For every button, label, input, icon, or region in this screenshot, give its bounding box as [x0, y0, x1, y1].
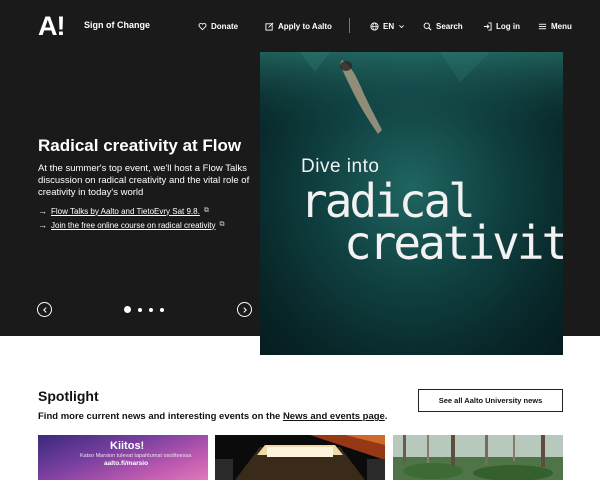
language-label: EN	[383, 21, 395, 31]
flow-talks-link-label: Flow Talks by Aalto and TietoEvry Sat 9.…	[51, 206, 200, 216]
carousel-dots	[124, 306, 164, 313]
card-title: Kiitos!	[110, 440, 145, 452]
hero-image: Dive into radical creativity	[260, 52, 563, 355]
search-icon	[423, 22, 432, 30]
forest-image	[393, 435, 563, 480]
spotlight-subtitle-suffix: .	[384, 411, 388, 422]
external-link-icon: ⧉	[219, 221, 225, 228]
card-url: aalto.fi/marsio	[104, 460, 149, 467]
arrow-right-icon: →	[38, 220, 47, 230]
carousel-dot-2[interactable]	[138, 307, 142, 312]
external-link-icon: ⧉	[203, 207, 209, 214]
arrow-right-icon: →	[38, 206, 47, 216]
menu-icon	[538, 23, 547, 29]
online-course-link-label: Join the free online course on radical c…	[51, 220, 216, 230]
globe-icon	[370, 21, 379, 31]
apply-label: Apply to Aalto	[278, 21, 332, 31]
donate-label: Donate	[211, 21, 239, 31]
login-icon	[483, 21, 492, 31]
spotlight-card-event[interactable]	[215, 435, 385, 480]
login-link[interactable]: Log in	[483, 18, 520, 34]
spotlight-subtitle: Find more current news and interesting e…	[38, 411, 387, 422]
pen-square-icon	[265, 22, 274, 31]
spotlight-subtitle-prefix: Find more current news and interesting e…	[38, 411, 283, 422]
search-button[interactable]: Search	[423, 18, 463, 34]
news-events-link[interactable]: News and events page	[283, 411, 385, 422]
apply-link[interactable]: Apply to Aalto	[265, 18, 332, 34]
spotlight-title: Spotlight	[38, 388, 99, 404]
heart-icon	[198, 22, 207, 30]
spotlight-card-forest[interactable]	[393, 435, 563, 480]
search-label: Search	[436, 21, 463, 31]
carousel-dot-4[interactable]	[160, 307, 164, 312]
hero-description: At the summer's top event, we'll host a …	[38, 163, 250, 198]
menu-button[interactable]: Menu	[538, 18, 572, 34]
image-headline-line2: creativity	[344, 216, 563, 270]
donate-link[interactable]: Donate	[198, 18, 238, 34]
carousel-next-button[interactable]	[237, 302, 252, 317]
aalto-logo[interactable]: A!	[38, 13, 65, 40]
nav-divider	[349, 18, 350, 33]
event-stage-image	[215, 435, 385, 480]
hero-title: Radical creativity at Flow	[38, 136, 242, 155]
carousel-prev-button[interactable]	[37, 302, 52, 317]
flow-talks-link[interactable]: → Flow Talks by Aalto and TietoEvry Sat …	[38, 206, 209, 216]
see-all-news-button[interactable]: See all Aalto University news	[418, 389, 563, 412]
site-header: A! Sign of Change Donate Apply to Aalto …	[0, 0, 600, 52]
language-selector[interactable]: EN	[370, 18, 405, 34]
menu-label: Menu	[551, 21, 572, 31]
carousel-dot-1[interactable]	[124, 306, 131, 313]
site-name[interactable]: Sign of Change	[84, 20, 150, 30]
chevron-right-icon	[242, 306, 247, 313]
chevron-down-icon	[399, 24, 405, 28]
login-label: Log in	[496, 21, 520, 31]
spotlight-card-kiitos[interactable]: Kiitos! Katso Marsion tulevat tapahtumat…	[38, 435, 208, 480]
chevron-left-icon	[42, 306, 47, 313]
card-subtitle: Katso Marsion tulevat tapahtumat osoitte…	[80, 453, 192, 459]
online-course-link[interactable]: → Join the free online course on radical…	[38, 220, 225, 230]
carousel-dot-3[interactable]	[149, 307, 153, 312]
